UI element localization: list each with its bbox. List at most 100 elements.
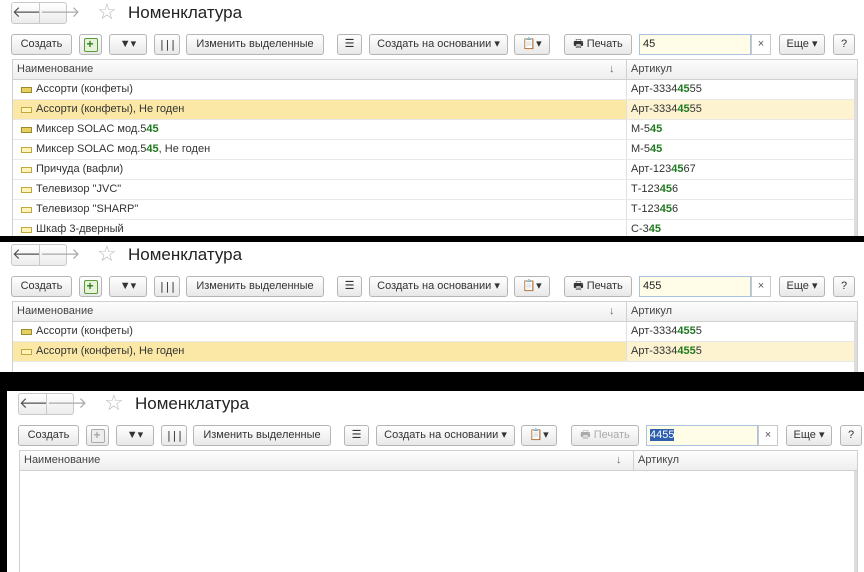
more-button[interactable]: Еще ▾ — [779, 34, 825, 55]
more-button[interactable]: Еще ▾ — [786, 425, 832, 446]
forward-button[interactable]: 🡒 — [39, 244, 80, 266]
cell-article: Арт-33344555 — [631, 80, 702, 99]
table-row[interactable]: Ассорти (конфеты) Арт-33344555 — [13, 322, 857, 342]
title-bar: 🡐 🡒 ☆ Номенклатура — [7, 391, 864, 417]
column-header-article[interactable]: Артикул — [638, 451, 679, 470]
copy-button[interactable] — [86, 425, 109, 446]
table-header: Наименование ↓ Артикул — [13, 60, 857, 80]
scrollbar[interactable] — [854, 471, 857, 572]
column-header-name[interactable]: Наименование — [24, 451, 100, 470]
table-row[interactable]: Ассорти (конфеты), Не годен Арт-33344555 — [13, 342, 857, 362]
column-divider — [626, 60, 627, 79]
table-row[interactable]: Ассорти (конфеты) Арт-33344555 — [13, 80, 857, 100]
help-button[interactable]: ? — [833, 276, 855, 297]
scrollbar[interactable] — [854, 322, 857, 372]
copy-button[interactable] — [79, 34, 102, 55]
column-divider — [626, 322, 627, 341]
item-icon — [21, 127, 32, 133]
print-button[interactable]: 🖶 Печать — [564, 276, 632, 297]
barcode-button[interactable]: ||| — [154, 276, 180, 297]
cell-name: Ассорти (конфеты) — [36, 80, 133, 99]
report-button[interactable]: 📋▾ — [521, 425, 557, 446]
cell-article: Т-123456 — [631, 200, 678, 219]
search-input[interactable]: 4455 — [646, 425, 758, 446]
table-row[interactable]: Причуда (вафли) Арт-1234567 — [13, 160, 857, 180]
article-text: 5 — [695, 345, 702, 357]
favorite-star-icon[interactable]: ☆ — [104, 391, 124, 416]
table-row[interactable]: Телевизор "SHARP" Т-123456 — [13, 200, 857, 220]
change-selected-button[interactable]: Изменить выделенные — [186, 34, 324, 55]
create-button[interactable]: Создать — [11, 276, 72, 297]
table-row[interactable]: Ассорти (конфеты), Не годен Арт-33344555 — [13, 100, 857, 120]
search-input[interactable]: 45 — [639, 34, 751, 55]
back-button[interactable]: 🡐 — [18, 393, 59, 415]
forward-button[interactable]: 🡒 — [39, 2, 80, 24]
help-button[interactable]: ? — [833, 34, 855, 55]
copy-button[interactable] — [79, 276, 102, 297]
page-title: Номенклатура — [128, 3, 243, 22]
match-highlight: 45 — [659, 203, 672, 215]
table-row[interactable]: Миксер SOLAC мод.545, Не годен М-545 — [13, 140, 857, 160]
column-divider — [626, 80, 627, 99]
help-button[interactable]: ? — [840, 425, 862, 446]
back-button[interactable]: 🡐 — [11, 2, 52, 24]
filter-button[interactable]: ▼▾ — [109, 276, 147, 297]
items-table: Наименование ↓ Артикул Ассорти (конфеты)… — [12, 59, 858, 236]
filter-button[interactable]: ▼▾ — [109, 34, 147, 55]
printer-icon: 🖶 — [580, 429, 591, 441]
list-panel-1: 🡐 🡒 ☆ Номенклатура Создать ▼▾ ||| Измени… — [0, 0, 864, 236]
forward-button[interactable]: 🡒 — [46, 393, 87, 415]
table-header: Наименование ↓ Артикул — [20, 451, 857, 471]
change-selected-button[interactable]: Изменить выделенные — [186, 276, 324, 297]
clear-search-button[interactable]: × — [751, 34, 771, 55]
item-icon — [21, 187, 32, 193]
table-row[interactable]: Шкаф 3-дверный С-345 — [13, 220, 857, 236]
title-bar: 🡐 🡒 ☆ Номенклатура — [0, 242, 864, 268]
table-row[interactable]: Телевизор "JVC" Т-123456 — [13, 180, 857, 200]
back-button[interactable]: 🡐 — [11, 244, 52, 266]
create-button[interactable]: Создать — [18, 425, 79, 446]
name-text: Телевизор "JVC" — [36, 183, 122, 195]
item-icon — [21, 329, 32, 335]
report-button[interactable]: 📋▾ — [514, 276, 550, 297]
article-text: 55 — [689, 83, 702, 95]
cell-name: Причуда (вафли) — [36, 160, 123, 179]
table-row[interactable]: Миксер SOLAC мод.545 М-545 — [13, 120, 857, 140]
clear-search-button[interactable]: × — [758, 425, 778, 446]
print-button[interactable]: 🖶 Печать — [564, 34, 632, 55]
list-settings-button[interactable]: ☰ — [337, 276, 362, 297]
create-button[interactable]: Создать — [11, 34, 72, 55]
arrow-right-icon: 🡒 — [47, 395, 88, 412]
column-divider — [626, 342, 627, 361]
more-button[interactable]: Еще ▾ — [779, 276, 825, 297]
search-input[interactable]: 455 — [639, 276, 751, 297]
column-divider — [626, 180, 627, 199]
filter-button[interactable]: ▼▾ — [116, 425, 154, 446]
print-button[interactable]: 🖶 Печать — [571, 425, 639, 446]
change-selected-button[interactable]: Изменить выделенные — [193, 425, 331, 446]
filter-icon: ▼▾ — [126, 429, 144, 441]
create-based-on-button[interactable]: Создать на основании ▾ — [369, 276, 508, 297]
column-header-name[interactable]: Наименование — [17, 302, 93, 321]
report-button[interactable]: 📋▾ — [514, 34, 550, 55]
barcode-button[interactable]: ||| — [154, 34, 180, 55]
scrollbar[interactable] — [854, 80, 857, 236]
item-icon — [21, 107, 32, 113]
column-header-name[interactable]: Наименование — [17, 60, 93, 79]
add-copy-icon — [83, 277, 98, 296]
create-based-on-button[interactable]: Создать на основании ▾ — [376, 425, 515, 446]
column-divider — [626, 302, 627, 321]
create-based-on-button[interactable]: Создать на основании ▾ — [369, 34, 508, 55]
favorite-star-icon[interactable]: ☆ — [97, 242, 117, 267]
barcode-button[interactable]: ||| — [161, 425, 187, 446]
article-text: 6 — [672, 203, 679, 215]
column-divider — [626, 160, 627, 179]
clear-search-button[interactable]: × — [751, 276, 771, 297]
sort-desc-icon: ↓ — [609, 305, 615, 317]
column-header-article[interactable]: Артикул — [631, 302, 672, 321]
column-header-article[interactable]: Артикул — [631, 60, 672, 79]
list-settings-button[interactable]: ☰ — [337, 34, 362, 55]
list-settings-button[interactable]: ☰ — [344, 425, 369, 446]
report-icon: 📋▾ — [522, 38, 542, 50]
favorite-star-icon[interactable]: ☆ — [97, 0, 117, 25]
